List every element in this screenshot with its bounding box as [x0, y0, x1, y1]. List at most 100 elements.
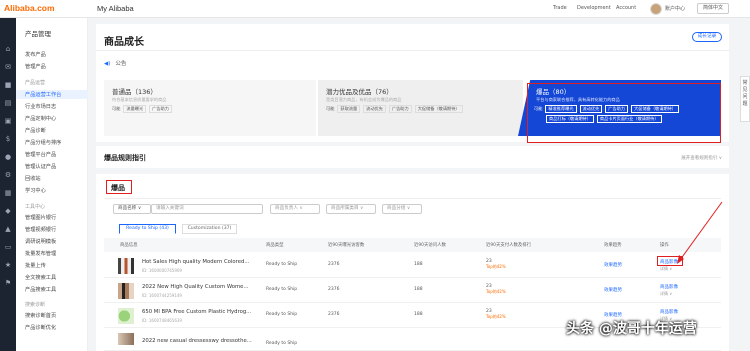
grid-icon[interactable]: ▦ [4, 189, 12, 197]
product-thumbnail[interactable] [118, 333, 134, 345]
pay-rank: 23 Top的42% [486, 259, 506, 269]
flag-icon[interactable]: ⚑ [4, 279, 12, 287]
sidebar-item[interactable]: 批量上传 [25, 262, 46, 269]
product-name[interactable]: Hot Sales High quality Modern Colored... [142, 259, 249, 265]
product-type: Ready to Ship [266, 287, 298, 292]
highlight-box-hot-tier [527, 83, 721, 143]
avatar[interactable] [650, 3, 662, 15]
product-name[interactable]: 650 Ml BPA Free Custom Plastic Hydrog... [142, 309, 251, 315]
visitor-count: 188 [414, 262, 423, 267]
more-dropdown[interactable]: 详情 ∨ [660, 291, 678, 297]
user-icon[interactable]: ● [4, 153, 12, 161]
icon-rail: ⌂ ✉ ■ ▤ ▣ $ ● ⚙ ▦ ◆ ▲ ▭ ★ ⚑ [0, 18, 16, 351]
sidebar-item[interactable]: 行业市场日志 [25, 103, 56, 110]
owner-select[interactable]: 商品负责人 ∨ [270, 204, 320, 214]
rules-card: 爆品规则指引 展开查看规则指引 ∨ [96, 146, 729, 168]
category-select[interactable]: 商品所属类目 ∨ [326, 204, 376, 214]
star-icon[interactable]: ★ [4, 261, 12, 269]
sidebar-item[interactable]: 管理产品 [25, 63, 46, 70]
order-icon[interactable]: ▣ [4, 117, 12, 125]
sidebar-group: 产品运营 [25, 80, 46, 86]
tier-normal[interactable]: 普通品（136） 符合基本信息质量要求的商品 可能 流量曝光 广告助力 [104, 80, 316, 136]
group-select[interactable]: 商品分组 ∨ [382, 204, 422, 214]
trend-link[interactable]: 效果趋势 [604, 262, 622, 268]
sidebar-item[interactable]: 批量发布管理 [25, 250, 56, 257]
sidebar-heading: 产品管理 [25, 30, 51, 38]
nav-account[interactable]: Account [616, 5, 636, 11]
notice-bar: ◀) 公告 [104, 61, 127, 67]
tier-potential[interactable]: 潜力优品及优品（76） 是类目潜力商品，有机会成为爆品的商品 可能 获取流量 流动优… [318, 80, 523, 136]
tab-ready-to-ship[interactable]: Ready to Ship (43) [119, 224, 176, 234]
sidebar-item[interactable]: 管理视频银行 [25, 226, 56, 233]
tier-desc: 是类目潜力商品，有机会成为爆品的商品 [326, 97, 402, 102]
tier-title: 普通品（136） [112, 88, 157, 96]
sidebar-item[interactable]: 产品搜索工具 [25, 286, 56, 293]
exposure-count: 2376 [328, 312, 340, 317]
pay-rank: 23 Top的42% [486, 284, 506, 294]
product-type-select[interactable]: 商品名称 ∨ [113, 204, 151, 214]
sidebar-item[interactable]: 产品分组与排序 [25, 139, 61, 146]
product-id: ID: 1600744259149 [142, 293, 182, 298]
sidebar-item[interactable]: 产品诊断优化 [25, 324, 56, 331]
money-icon[interactable]: $ [4, 135, 12, 143]
mail-icon[interactable]: ✉ [4, 63, 12, 71]
chart-icon[interactable]: ▤ [4, 99, 12, 107]
column-header: 商品类型 [266, 243, 284, 248]
highlight-box-section [106, 180, 132, 194]
product-id: ID: 1600000745909 [142, 268, 182, 273]
home-icon[interactable]: ⌂ [4, 45, 12, 53]
column-header: 效果趋势 [604, 243, 622, 248]
sidebar: 产品管理 发布产品 管理产品 产品运营 产品运营工作台 行业市场日志 产品定制中… [16, 18, 88, 351]
product-thumbnail[interactable] [118, 308, 134, 324]
product-icon[interactable]: ■ [4, 81, 12, 89]
sidebar-item[interactable]: 搜索诊断首页 [25, 312, 56, 319]
help-widget[interactable]: 常见问题 [740, 76, 750, 122]
account-center[interactable]: 账户中心 [665, 5, 685, 12]
watermark: 头条 @波哥十年运营 [566, 321, 697, 337]
top-bar: Alibaba.com My Alibaba Trade Development… [0, 0, 750, 18]
search-input[interactable]: 请输入关键词 [151, 204, 263, 214]
link-icon[interactable]: ◆ [4, 207, 12, 215]
alibaba-logo[interactable]: Alibaba.com [4, 3, 55, 13]
sidebar-item[interactable]: 管理平台产品 [25, 151, 56, 158]
product-portrait-link[interactable]: 商品影像 [660, 310, 678, 315]
sidebar-item[interactable]: 产品定制中心 [25, 115, 56, 122]
sidebar-item[interactable]: 管理认证产品 [25, 163, 56, 170]
tag-icon[interactable]: ▲ [4, 225, 12, 233]
sidebar-item[interactable]: 调研说明模板 [25, 238, 56, 245]
product-type: Ready to Ship [266, 312, 298, 317]
product-name[interactable]: 2022 new casual dressesswy dressothe... [142, 338, 252, 344]
sidebar-item[interactable]: 发布产品 [25, 51, 46, 58]
table-row: 2022 New High Quality Custom Wome... ID:… [104, 279, 721, 303]
product-thumbnail[interactable] [118, 283, 134, 299]
product-type: Ready to Ship [266, 262, 298, 267]
rules-expand-link[interactable]: 展开查看规则指引 ∨ [681, 155, 722, 161]
product-portrait-link[interactable]: 商品影像 [660, 285, 678, 290]
visitor-count: 188 [414, 287, 423, 292]
tier-tags: 可能 流量曝光 广告助力 [112, 105, 175, 113]
sidebar-item[interactable]: 回收站 [25, 175, 41, 182]
language-select[interactable]: 简体中文 [697, 3, 729, 14]
visitor-count: 188 [414, 312, 423, 317]
product-thumbnail[interactable] [118, 258, 134, 274]
nav-development[interactable]: Development [577, 5, 611, 11]
exposure-count: 2376 [328, 287, 340, 292]
speaker-icon: ◀) [104, 61, 111, 67]
tier-title: 潜力优品及优品（76） [326, 88, 393, 96]
operation-cell: 商品影像 详情 ∨ [660, 284, 678, 297]
sidebar-item[interactable]: 全文搜索工具 [25, 274, 56, 281]
trend-link[interactable]: 效果趋势 [604, 287, 622, 293]
sidebar-item-active[interactable]: 产品运营工作台 [25, 91, 61, 98]
sidebar-item[interactable]: 管理图片银行 [25, 214, 56, 221]
doc-icon[interactable]: ▭ [4, 243, 12, 251]
rules-title: 爆品规则指引 [104, 154, 146, 162]
more-dropdown[interactable]: 详情 ∨ [660, 266, 678, 272]
sidebar-item[interactable]: 产品诊断 [25, 127, 46, 134]
product-type: Ready to Ship [266, 341, 298, 346]
gear-icon[interactable]: ⚙ [4, 171, 12, 179]
sidebar-item[interactable]: 学习中心 [25, 187, 46, 194]
product-name[interactable]: 2022 New High Quality Custom Wome... [142, 284, 248, 290]
growth-record-button[interactable]: 成长记录 [692, 32, 722, 42]
tab-customization[interactable]: Customization (37) [182, 224, 237, 234]
nav-trade[interactable]: Trade [553, 5, 567, 11]
